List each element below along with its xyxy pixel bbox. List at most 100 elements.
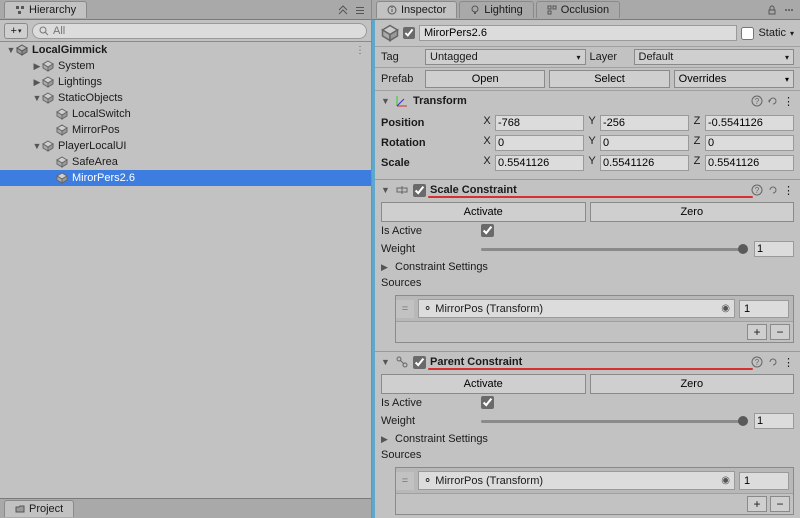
tab-hierarchy-label: Hierarchy bbox=[29, 4, 76, 16]
zero-button[interactable]: Zero bbox=[590, 374, 795, 394]
activate-button[interactable]: Activate bbox=[381, 374, 586, 394]
foldout-arrow-icon[interactable]: ▼ bbox=[32, 93, 42, 103]
remove-source-button[interactable]: − bbox=[770, 324, 790, 340]
panel-options-icon[interactable] bbox=[782, 3, 796, 17]
hierarchy-item[interactable]: ▶System bbox=[0, 58, 371, 74]
svg-text:?: ? bbox=[755, 186, 760, 195]
foldout-arrow-icon[interactable]: ▶ bbox=[32, 61, 42, 72]
help-icon[interactable]: ? bbox=[751, 356, 763, 368]
weight-slider[interactable] bbox=[481, 248, 748, 251]
static-checkbox[interactable] bbox=[741, 27, 754, 40]
svg-text:?: ? bbox=[755, 358, 760, 367]
is-active-checkbox[interactable] bbox=[481, 396, 494, 409]
enabled-checkbox[interactable] bbox=[403, 27, 415, 39]
weight-slider[interactable] bbox=[481, 420, 748, 423]
gameobject-name-input[interactable] bbox=[419, 25, 737, 41]
rotation-x-input[interactable] bbox=[495, 135, 584, 151]
constraint-icon bbox=[395, 355, 409, 369]
source-object-field[interactable]: ⚬ MirrorPos (Transform) ◉ bbox=[418, 299, 735, 318]
is-active-checkbox[interactable] bbox=[481, 224, 494, 237]
hierarchy-item[interactable]: LocalSwitch bbox=[0, 106, 371, 122]
reset-icon[interactable] bbox=[767, 356, 779, 368]
tab-occlusion[interactable]: Occlusion bbox=[536, 1, 620, 18]
gameobject-icon bbox=[56, 124, 68, 136]
scale-z-input[interactable] bbox=[705, 155, 794, 171]
help-icon[interactable]: ? bbox=[751, 184, 763, 196]
create-button[interactable]: +▾ bbox=[4, 23, 28, 39]
hierarchy-item[interactable]: SafeArea bbox=[0, 154, 371, 170]
tab-hierarchy[interactable]: Hierarchy bbox=[4, 1, 87, 18]
foldout-arrow-icon[interactable]: ▼ bbox=[6, 45, 16, 55]
source-weight-input[interactable] bbox=[739, 472, 789, 490]
reset-icon[interactable] bbox=[767, 95, 779, 107]
help-icon[interactable]: ? bbox=[751, 95, 763, 107]
foldout-arrow-icon[interactable]: ▼ bbox=[32, 141, 42, 151]
foldout-arrow-icon[interactable]: ▼ bbox=[381, 185, 391, 195]
prefab-select-button[interactable]: Select bbox=[549, 70, 669, 88]
tab-inspector[interactable]: Inspector bbox=[376, 1, 457, 18]
hierarchy-toolbar: +▾ bbox=[0, 20, 371, 42]
hierarchy-item[interactable]: ▶ Lightings bbox=[0, 74, 371, 90]
hierarchy-item[interactable]: MirrorPos bbox=[0, 122, 371, 138]
component-enabled-checkbox[interactable] bbox=[413, 184, 426, 197]
foldout-arrow-icon[interactable]: ▼ bbox=[381, 96, 391, 106]
lock-icon[interactable] bbox=[765, 3, 779, 17]
weight-input[interactable] bbox=[754, 413, 794, 429]
prefab-open-button[interactable]: Open bbox=[425, 70, 545, 88]
panel-options-icon[interactable] bbox=[353, 3, 367, 17]
component-title: Transform bbox=[413, 95, 747, 107]
foldout-arrow-icon[interactable]: ▶ bbox=[381, 262, 391, 273]
hierarchy-item[interactable]: MirorPers2.6 bbox=[0, 170, 371, 186]
reset-icon[interactable] bbox=[767, 184, 779, 196]
object-picker-icon[interactable]: ◉ bbox=[721, 303, 730, 314]
component-menu-icon[interactable]: ⋮ bbox=[783, 356, 794, 369]
add-source-button[interactable]: + bbox=[747, 324, 767, 340]
foldout-arrow-icon[interactable]: ▶ bbox=[381, 434, 391, 445]
tag-dropdown[interactable]: Untagged▾ bbox=[425, 49, 586, 65]
hierarchy-tree[interactable]: ▼ LocalGimmick ⋮ ▶System▶Lightings▼Stati… bbox=[0, 42, 371, 498]
drag-handle-icon[interactable]: = bbox=[396, 472, 414, 490]
foldout-arrow-icon[interactable]: ▼ bbox=[381, 357, 391, 367]
hierarchy-item-label: Lightings bbox=[56, 76, 102, 88]
sources-label: Sources bbox=[381, 277, 477, 289]
component-menu-icon[interactable]: ⋮ bbox=[783, 184, 794, 197]
weight-input[interactable] bbox=[754, 241, 794, 257]
constraint-icon bbox=[395, 183, 409, 197]
grid-icon bbox=[547, 5, 557, 15]
hierarchy-item-label: MirrorPos bbox=[70, 124, 120, 136]
source-weight-input[interactable] bbox=[739, 300, 789, 318]
component-enabled-checkbox[interactable] bbox=[413, 356, 426, 369]
position-y-input[interactable] bbox=[600, 115, 689, 131]
source-row: = ⚬ MirrorPos (Transform) ◉ bbox=[396, 296, 793, 322]
search-input[interactable] bbox=[53, 25, 360, 37]
object-picker-icon[interactable]: ◉ bbox=[721, 475, 730, 486]
layer-dropdown[interactable]: Default▾ bbox=[634, 49, 795, 65]
search-field[interactable] bbox=[32, 23, 367, 39]
zero-button[interactable]: Zero bbox=[590, 202, 795, 222]
position-z-input[interactable] bbox=[705, 115, 794, 131]
scene-row[interactable]: ▼ LocalGimmick ⋮ bbox=[0, 42, 371, 58]
is-active-label: Is Active bbox=[381, 225, 477, 237]
component-menu-icon[interactable]: ⋮ bbox=[783, 95, 794, 108]
tab-lighting[interactable]: Lighting bbox=[459, 1, 534, 18]
scene-label: LocalGimmick bbox=[30, 44, 107, 56]
add-source-button[interactable]: + bbox=[747, 496, 767, 512]
drag-handle-icon[interactable]: = bbox=[396, 300, 414, 318]
foldout-arrow-icon[interactable]: ▶ bbox=[32, 77, 42, 88]
position-x-input[interactable] bbox=[495, 115, 584, 131]
static-dropdown-icon[interactable]: ▾ bbox=[790, 29, 794, 38]
remove-source-button[interactable]: − bbox=[770, 496, 790, 512]
hierarchy-item[interactable]: ▼PlayerLocalUI bbox=[0, 138, 371, 154]
hierarchy-item[interactable]: ▼StaticObjects bbox=[0, 90, 371, 106]
row-menu-icon[interactable]: ⋮ bbox=[355, 45, 371, 56]
scale-y-input[interactable] bbox=[600, 155, 689, 171]
activate-button[interactable]: Activate bbox=[381, 202, 586, 222]
prefab-overrides-button[interactable]: Overrides▾ bbox=[674, 70, 794, 88]
scale-x-input[interactable] bbox=[495, 155, 584, 171]
source-object-field[interactable]: ⚬ MirrorPos (Transform) ◉ bbox=[418, 471, 735, 490]
rotation-y-input[interactable] bbox=[600, 135, 689, 151]
tab-project[interactable]: Project bbox=[4, 500, 74, 517]
rotation-z-input[interactable] bbox=[705, 135, 794, 151]
scene-icon bbox=[16, 44, 28, 56]
panel-menu-icon[interactable] bbox=[336, 3, 350, 17]
